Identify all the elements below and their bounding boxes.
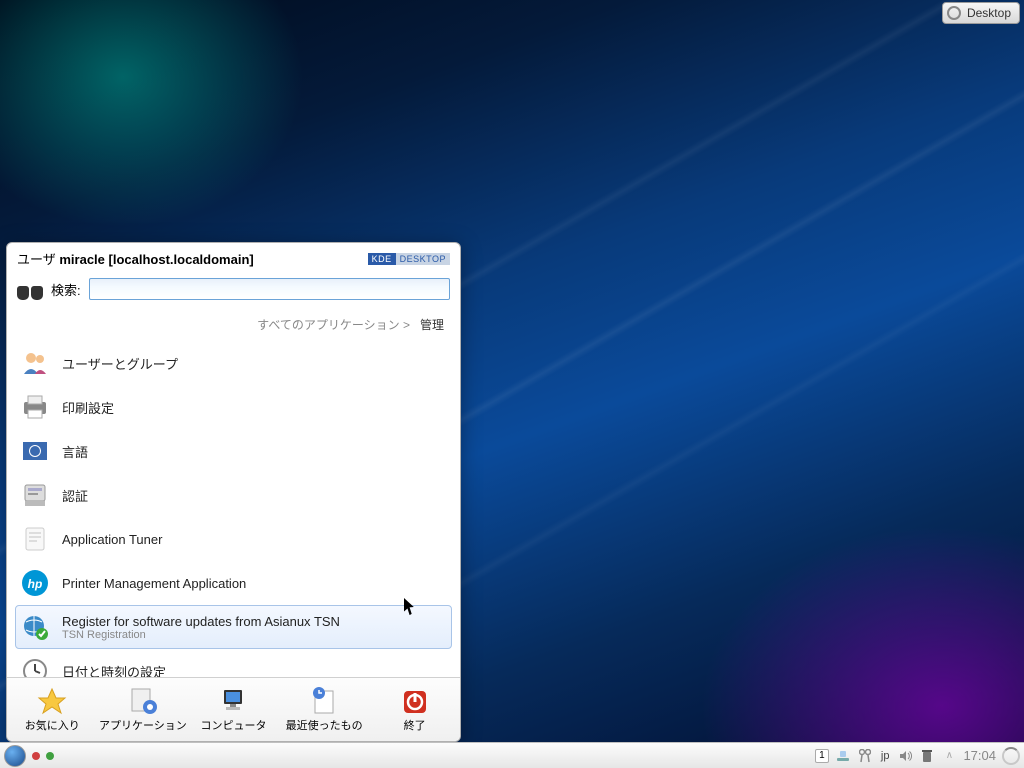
app-item[interactable]: ユーザーとグループ bbox=[15, 341, 452, 385]
breadcrumb[interactable]: すべてのアプリケーション > 管理 bbox=[7, 310, 460, 337]
app-item[interactable]: 認証 bbox=[15, 473, 452, 517]
app-icon bbox=[20, 524, 50, 554]
tab-label: お気に入り bbox=[25, 717, 80, 733]
clock-icon bbox=[20, 656, 50, 677]
hp-icon: hp bbox=[20, 568, 50, 598]
network-icon[interactable] bbox=[835, 748, 851, 764]
app-item[interactable]: 言語 bbox=[15, 429, 452, 473]
clock[interactable]: 17:04 bbox=[963, 748, 996, 763]
user-prefix: ユーザ bbox=[17, 252, 59, 267]
app-title: 日付と時刻の設定 bbox=[62, 662, 166, 678]
desktop-switcher-label: Desktop bbox=[967, 6, 1011, 20]
gear-icon bbox=[947, 6, 961, 20]
app-item[interactable]: 印刷設定 bbox=[15, 385, 452, 429]
clipboard-icon[interactable] bbox=[857, 748, 873, 764]
auth-icon bbox=[20, 480, 50, 510]
taskbar: 1 jp ∧ 17:04 bbox=[0, 742, 1024, 768]
spinner-icon[interactable] bbox=[1002, 747, 1020, 765]
breadcrumb-current: 管理 bbox=[420, 318, 444, 332]
app-title: 認証 bbox=[62, 486, 88, 505]
users-icon bbox=[20, 348, 50, 378]
tab-star[interactable]: お気に入り bbox=[7, 678, 98, 741]
app-item[interactable]: hp Printer Management Application bbox=[15, 561, 452, 605]
pager[interactable]: 1 bbox=[815, 749, 829, 763]
tab-computer[interactable]: コンピュータ bbox=[188, 678, 279, 741]
kde-badge: KDEDESKTOP bbox=[368, 253, 450, 265]
app-item[interactable]: Application Tuner bbox=[15, 517, 452, 561]
app-title: 印刷設定 bbox=[62, 398, 114, 417]
recent-icon bbox=[309, 687, 339, 715]
app-title: 言語 bbox=[62, 442, 88, 461]
apps-icon bbox=[128, 687, 158, 715]
kickoff-tabs: お気に入り アプリケーションコンピュータ 最近使ったもの 終了 bbox=[7, 677, 460, 741]
activity-dot-2[interactable] bbox=[46, 752, 54, 760]
kickoff-header: ユーザ miracle [localhost.localdomain] KDED… bbox=[7, 243, 460, 272]
app-list[interactable]: ユーザーとグループ印刷設定言語認証 Application Tuner hp Prin… bbox=[7, 337, 460, 677]
app-subtitle: TSN Registration bbox=[62, 629, 340, 641]
power-icon bbox=[400, 687, 430, 715]
expand-icon[interactable]: ∧ bbox=[941, 748, 957, 764]
tab-label: 終了 bbox=[404, 717, 426, 733]
flag-icon bbox=[20, 436, 50, 466]
app-title: Printer Management Application bbox=[62, 576, 246, 591]
computer-icon bbox=[218, 687, 248, 715]
volume-icon[interactable] bbox=[897, 748, 913, 764]
binoculars-icon bbox=[17, 278, 43, 300]
tab-label: コンピュータ bbox=[200, 717, 266, 733]
breadcrumb-parent[interactable]: すべてのアプリケーション bbox=[257, 318, 399, 332]
star-icon bbox=[37, 687, 67, 715]
app-title: Application Tuner bbox=[62, 532, 162, 547]
app-item[interactable]: 日付と時刻の設定 bbox=[15, 649, 452, 677]
host-name: [localhost.localdomain] bbox=[109, 252, 254, 267]
app-title: Register for software updates from Asian… bbox=[62, 614, 340, 629]
activity-dot-1[interactable] bbox=[32, 752, 40, 760]
tab-recent[interactable]: 最近使ったもの bbox=[279, 678, 370, 741]
kickoff-menu: ユーザ miracle [localhost.localdomain] KDED… bbox=[6, 242, 461, 742]
tab-label: アプリケーション bbox=[99, 717, 187, 733]
globe-icon bbox=[20, 612, 50, 642]
tab-power[interactable]: 終了 bbox=[369, 678, 460, 741]
app-item[interactable]: Register for software updates from Asian… bbox=[15, 605, 452, 649]
tab-label: 最近使ったもの bbox=[286, 717, 363, 733]
tab-apps[interactable]: アプリケーション bbox=[98, 678, 189, 741]
app-title: ユーザーとグループ bbox=[62, 354, 178, 373]
search-label: 検索: bbox=[51, 280, 81, 299]
keyboard-layout[interactable]: jp bbox=[879, 750, 892, 762]
printer-icon bbox=[20, 392, 50, 422]
svg-text:hp: hp bbox=[28, 577, 43, 591]
search-input[interactable] bbox=[89, 278, 450, 300]
trash-icon[interactable] bbox=[919, 748, 935, 764]
user-name: miracle bbox=[59, 252, 105, 267]
desktop-switcher-button[interactable]: Desktop bbox=[942, 2, 1020, 24]
launcher-button[interactable] bbox=[4, 745, 26, 767]
